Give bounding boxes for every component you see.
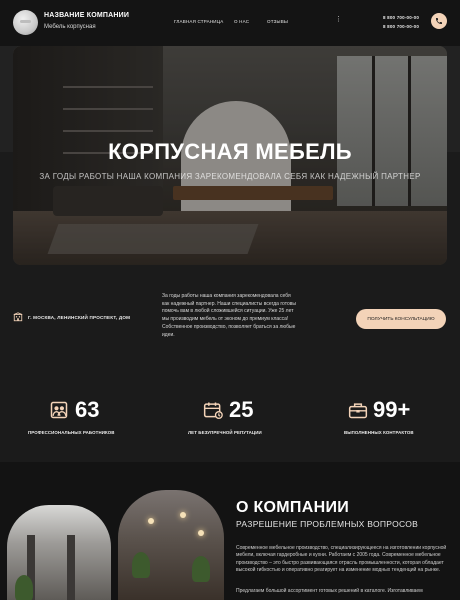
company-logo[interactable]: [13, 10, 38, 35]
phone-icon: [436, 18, 442, 24]
stat-label-workers: ПРОФЕССИОНАЛЬНЫХ РАБОТНИКОВ: [28, 430, 115, 435]
about-section-paragraph-1: Современное мебельное производство, спец…: [236, 545, 447, 573]
phone-number-primary[interactable]: 8 800 700-00-00: [383, 15, 419, 20]
building-icon: [13, 312, 23, 322]
about-section-paragraph-2: Предлагаем большой ассортимент готовых р…: [236, 588, 423, 594]
hero-title: КОРПУСНАЯ МЕБЕЛЬ: [108, 139, 352, 164]
page: НАЗВАНИЕ КОМПАНИИ Мебель корпусная ГЛАВН…: [0, 0, 460, 600]
company-address: Г. МОСКВА, ЛЕНИНСКИЙ ПРОСПЕКТ, ДОМ: [28, 315, 131, 320]
contracts-icon: [348, 403, 368, 419]
office-photo: [7, 505, 111, 600]
calendar-icon: [203, 402, 223, 419]
workers-icon: [50, 401, 68, 419]
stat-label-contracts: ВЫПОЛНЕННЫХ КОНТРАКТОВ: [344, 430, 414, 435]
about-paragraph: За годы работы наша компания зарекомендо…: [162, 293, 296, 338]
company-name[interactable]: НАЗВАНИЕ КОМПАНИИ: [44, 12, 129, 19]
get-consultation-button[interactable]: ПОЛУЧИТЬ КОНСУЛЬТАЦИЮ: [356, 309, 446, 329]
nav-item-about[interactable]: О НАС: [234, 19, 249, 24]
stat-number-contracts: 99+: [373, 397, 411, 422]
site-header: НАЗВАНИЕ КОМПАНИИ Мебель корпусная ГЛАВН…: [0, 0, 460, 46]
stat-label-years: ЛЕТ БЕЗУПРЕЧНОЙ РЕПУТАЦИИ: [188, 430, 262, 435]
company-tagline: Мебель корпусная: [44, 24, 96, 30]
nav-item-reviews[interactable]: ОТЗЫВЫ: [267, 19, 288, 24]
nav-item-home[interactable]: ГЛАВНАЯ СТРАНИЦА: [174, 19, 223, 24]
about-section-title: О КОМПАНИИ: [236, 499, 350, 516]
stat-number-years: 25: [229, 397, 254, 422]
hero-subtitle: ЗА ГОДЫ РАБОТЫ НАША КОМПАНИЯ ЗАРЕКОМЕНДО…: [39, 172, 421, 181]
stat-number-workers: 63: [75, 397, 100, 422]
interior-photo: [118, 490, 224, 600]
call-button[interactable]: [431, 13, 447, 29]
phone-number-secondary[interactable]: 8 800 700-00-00: [383, 24, 419, 29]
nav-more-icon[interactable]: ⋮: [335, 16, 342, 23]
about-section-subtitle: РАЗРЕШЕНИЕ ПРОБЛЕМНЫХ ВОПРОСОВ: [236, 519, 419, 529]
